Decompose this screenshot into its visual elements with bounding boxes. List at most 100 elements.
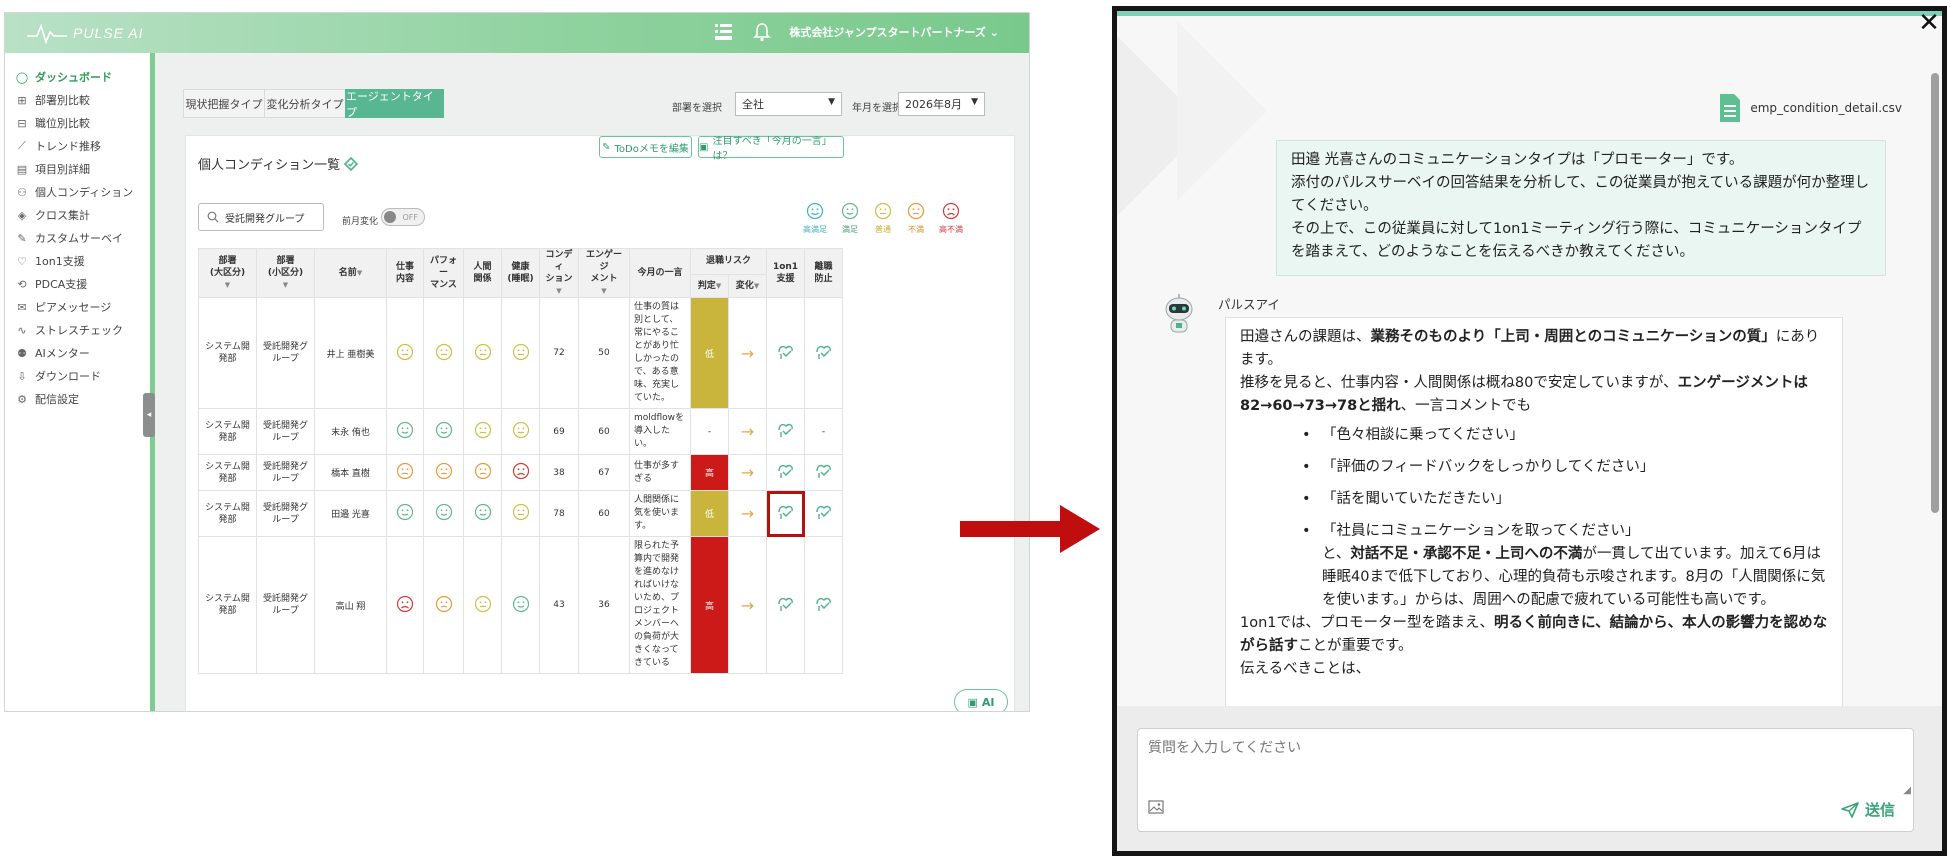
table-row[interactable]: システム開発部 受託開発グループ 末永 侑也 69 60 moldflowを導入したい。 -… <box>198 408 843 455</box>
sidebar-item-stress-check[interactable]: ∿ ストレスチェック <box>15 318 123 342</box>
cell-name: 田邉 光喜 <box>314 490 387 537</box>
tab-change-analysis-type[interactable]: 変化分析タイプ <box>264 89 346 118</box>
sidebar-item-cross-tab[interactable]: ◈ クロス集計 <box>15 203 90 227</box>
dissatisfied-face-icon <box>907 202 925 222</box>
sidebar-item-peer-message[interactable]: ✉ ピアメッセージ <box>15 295 111 319</box>
prev-change-toggle[interactable]: OFF <box>381 208 425 226</box>
legend-very-satisfied: 高満足 <box>798 202 832 235</box>
sidebar-item-label: クロス集計 <box>35 209 90 222</box>
sidebar-item-dashboard[interactable]: ◯ ダッシュボード <box>15 65 112 89</box>
cell-comment: 限られた予算内で開発を進めなければいけないため、プロジェクトメンバーへの負荷が大… <box>629 536 691 674</box>
cell-risk-change: → <box>728 297 767 409</box>
table-row[interactable]: システム開発部 受託開発グループ 高山 翔 43 36 限られた予算内で開発を進めなければ… <box>198 536 843 674</box>
bot-paragraph: 伝えるべきことは、 <box>1240 661 1371 677</box>
csv-attachment[interactable]: emp_condition_detail.csv <box>1718 93 1902 123</box>
legend-neutral: 普通 <box>866 202 900 235</box>
header-text: 人間 関係 <box>473 262 492 284</box>
tab-status-type[interactable]: 現状把握タイプ <box>183 89 265 118</box>
cell-retention[interactable] <box>804 297 843 409</box>
table-row[interactable]: システム開発部 受託開発グループ 井上 亜樹美 72 50 仕事の質は別として、常にやるこ… <box>198 297 843 409</box>
retention-support-icon[interactable] <box>814 464 834 483</box>
personal-condition-panel: 個人コンディション一覧 ✎ ToDoメモを編集 ▣ 注目すべき「今月の一言」は？ 受… <box>185 135 1015 711</box>
1on1-support-icon[interactable] <box>776 345 796 364</box>
legend-label: 高不満 <box>939 225 963 234</box>
header-dept-large[interactable]: 部署 (大区分) ▼ <box>198 248 257 298</box>
retention-support-icon[interactable] <box>814 345 834 364</box>
cell-condition: 43 <box>539 536 579 674</box>
sort-icon: ▼ <box>715 281 722 290</box>
sidebar-item-label: 職位別比較 <box>35 117 90 130</box>
header-condition[interactable]: コンディ ション ▼ <box>539 248 579 298</box>
image-attach-icon[interactable] <box>1148 800 1164 814</box>
sidebar: ◯ ダッシュボード ⊞ 部署別比較 ⊟ 職位別比較 ⟋ トレンド推移 ▤ 項目別詳細 ⚇ 個… <box>5 53 155 711</box>
cell-retention[interactable] <box>804 536 843 674</box>
table-row[interactable]: システム開発部 受託開発グループ 田邉 光喜 78 60 人間関係に気を使います。低 → <box>198 490 843 537</box>
sidebar-item-dept-compare[interactable]: ⊞ 部署別比較 <box>15 88 90 112</box>
sort-icon: ▼ <box>224 281 231 289</box>
header-dept-small[interactable]: 部署 (小区分) ▼ <box>256 248 315 298</box>
sidebar-item-ai-mentor[interactable]: ⚉ AIメンター <box>15 341 90 365</box>
cell-1on1-support[interactable] <box>766 536 805 674</box>
stress-icon: ∿ <box>17 323 27 337</box>
header-text: コンディ ション <box>545 250 573 284</box>
1on1-support-icon[interactable] <box>776 423 796 442</box>
cell-1on1-support[interactable] <box>766 454 805 491</box>
cell-dept-small: 受託開発グループ <box>256 408 315 455</box>
cell-1on1-support[interactable] <box>766 297 805 409</box>
1on1-support-icon[interactable] <box>776 464 796 483</box>
diamond-info-icon[interactable] <box>344 156 359 171</box>
dept-select[interactable]: 全社 ▼ <box>735 92 842 116</box>
sidebar-item-custom-survey[interactable]: ✎ カスタムサーベイ <box>15 226 123 250</box>
sidebar-item-pdca-support[interactable]: ⟲ PDCA支援 <box>15 272 87 296</box>
cell-dept-small: 受託開発グループ <box>256 490 315 537</box>
month-select[interactable]: 2026年8月 ▼ <box>898 92 985 116</box>
sidebar-item-personal-condition[interactable]: ⚇ 個人コンディション <box>15 180 133 204</box>
cell-retention[interactable] <box>804 490 843 537</box>
table-row[interactable]: システム開発部 受託開発グループ 橋本 直樹 38 67 仕事が多すぎる高 → <box>198 454 843 491</box>
ai-assistant-button[interactable]: ▣ AI <box>954 689 1008 711</box>
group-search-input[interactable]: 受託開発グループ <box>198 203 324 231</box>
1on1-support-icon[interactable] <box>776 597 796 616</box>
sidebar-item-download[interactable]: ⇩ ダウンロード <box>15 364 101 388</box>
cell-1on1-support[interactable] <box>766 490 805 537</box>
header-risk-judge[interactable]: 判定▼ <box>690 273 729 299</box>
cell-work <box>386 536 424 674</box>
header-name[interactable]: 名前▼ <box>314 248 387 298</box>
sidebar-item-delivery-settings[interactable]: ⚙ 配信設定 <box>15 387 79 411</box>
header-engagement[interactable]: エンゲージ メント ▼ <box>578 248 630 298</box>
sidebar-item-trend[interactable]: ⟋ トレンド推移 <box>15 134 101 158</box>
cell-risk-judge: - <box>690 408 729 455</box>
main-content: 現状把握タイプ 変化分析タイプ エージェントタイプ 部署を選択 全社 ▼ 年月を選… <box>165 53 1029 711</box>
cell-1on1-support[interactable] <box>766 408 805 455</box>
cell-retention[interactable] <box>804 454 843 491</box>
todo-memo-button[interactable]: ✎ ToDoメモを編集 <box>599 136 692 158</box>
tab-agent-type[interactable]: エージェントタイプ <box>345 89 444 119</box>
sidebar-item-1on1-support[interactable]: ♡ 1on1支援 <box>15 249 85 273</box>
task-list-icon[interactable] <box>713 22 735 42</box>
cell-condition: 72 <box>539 297 579 409</box>
notable-comment-button[interactable]: ▣ 注目すべき「今月の一言」は？ <box>698 136 844 162</box>
cell-health <box>501 408 540 455</box>
bell-icon[interactable] <box>753 22 772 42</box>
company-selector[interactable]: 株式会社ジャンプスタートパートナーズ ⌄ <box>789 24 999 40</box>
close-button[interactable]: ✕ <box>1914 11 1942 39</box>
cell-dept-large: システム開発部 <box>198 408 257 455</box>
retention-support-icon[interactable] <box>814 505 834 524</box>
header-performance: パフォー マンス <box>423 248 464 298</box>
sidebar-item-label: ピアメッセージ <box>35 301 112 314</box>
1on1-support-icon[interactable] <box>776 505 796 524</box>
good-face-icon <box>396 421 414 442</box>
chat-scrollbar[interactable] <box>1931 73 1939 513</box>
resize-grip-icon[interactable]: ◢ <box>1903 785 1911 796</box>
header-text: 判定 <box>697 280 716 291</box>
message-input[interactable] <box>1148 737 1888 787</box>
retention-support-icon[interactable] <box>814 597 834 616</box>
satisfied-face-icon <box>841 202 859 222</box>
send-button[interactable]: 送信 <box>1841 799 1895 820</box>
header-risk-change[interactable]: 変化▼ <box>728 273 767 299</box>
sidebar-item-label: ダッシュボード <box>35 71 112 84</box>
logo[interactable]: PULSE AI <box>27 22 144 44</box>
sidebar-collapse-handle[interactable]: ◂ <box>143 393 155 437</box>
sidebar-item-item-detail[interactable]: ▤ 項目別詳細 <box>15 157 90 181</box>
sidebar-item-position-compare[interactable]: ⊟ 職位別比較 <box>15 111 90 135</box>
